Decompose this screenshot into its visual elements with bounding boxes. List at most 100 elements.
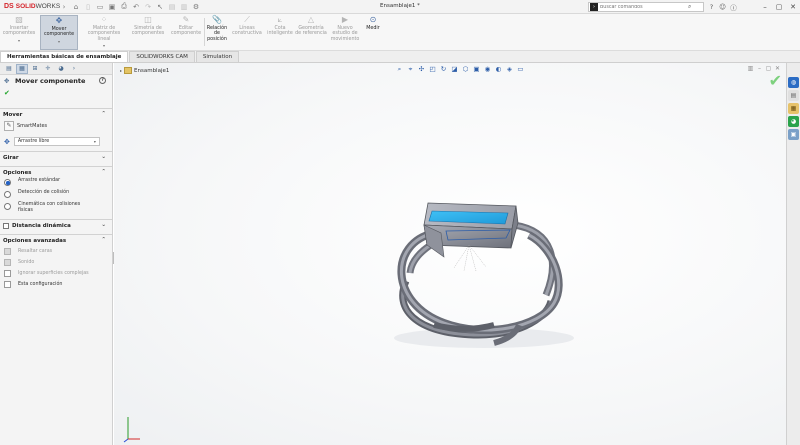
drag-mode-row: ✥ Arrastre libre ▾ — [0, 136, 112, 147]
edit-component-icon: ✎ — [182, 15, 190, 25]
restore-icon[interactable]: ▢ — [772, 0, 786, 14]
solidworks-logo[interactable]: DS SOLIDWORKS — [0, 0, 60, 14]
construction-lines-button[interactable]: ⟋ Líneas constructiva — [230, 15, 264, 50]
redo-icon[interactable]: ↷ — [142, 1, 154, 13]
quick-access-toolbar: › ⌂ ▯ ▭ ▣ ⎙ ↶ ↷ ↖ ▤ ▥ ⚙ — [58, 0, 202, 14]
design-library-icon[interactable]: ▤ — [788, 90, 799, 101]
ds-logo-text: DS — [4, 3, 14, 10]
checkbox-indicator — [4, 258, 11, 266]
help-icon[interactable]: ? — [706, 1, 717, 13]
mate-button[interactable]: 📎 Relación de posición — [204, 15, 230, 50]
mirror-components-button[interactable]: ◫ Simetría de componentes — [128, 15, 168, 50]
triad-z-axis — [123, 438, 129, 443]
assembly-model[interactable] — [114, 63, 786, 445]
graphics-viewport[interactable]: ▸ Ensamblaje1 ⌕ ⌖ ✣ ◰ ↻ ◪ ⬡ ▣ ◉ ◐ ◈ ▭ ▥ … — [114, 63, 786, 445]
command-search[interactable]: › ⌕ — [588, 2, 704, 12]
distancia-checkbox[interactable] — [3, 222, 9, 229]
smart-dimension-icon: ⟀ — [277, 15, 283, 25]
reference-geometry-button[interactable]: △ Geometría de referencia — [295, 15, 327, 50]
radio-collision-detection[interactable]: Detección de colisión — [0, 190, 112, 200]
section-mover: Mover ⌃ ✎ SmartMates ✥ Arrastre libre ▾ — [0, 108, 112, 147]
mate-line — [468, 244, 487, 268]
chevron-down-icon[interactable]: ⌄ — [101, 222, 106, 228]
insert-components-label: Insertar componentes — [2, 26, 36, 37]
new-motion-study-button[interactable]: ▶ Nuevo estudio de movimiento — [328, 15, 362, 50]
smart-dimension-label: Cota inteligente — [267, 26, 293, 37]
expand-panel-icon[interactable]: › — [68, 64, 80, 74]
check-highlight-faces[interactable]: Resaltar caras — [0, 246, 112, 256]
smart-dimension-button[interactable]: ⟀ Cota inteligente — [265, 15, 295, 50]
home-icon[interactable]: ⌂ — [70, 1, 82, 13]
chevron-up-icon[interactable]: ⌃ — [101, 237, 106, 243]
measure-button[interactable]: ⊙ Medir — [362, 15, 384, 50]
select-arrow-icon[interactable]: ↖ — [154, 1, 166, 13]
section-distancia-header[interactable]: Distancia dinámica ⌄ — [0, 220, 112, 231]
property-manager-icon[interactable]: ▦ — [16, 63, 28, 74]
this-config-label: Esta configuración — [18, 281, 63, 287]
search-input[interactable] — [600, 4, 690, 10]
checkmark-icon: ✔ — [4, 88, 10, 97]
drag-mode-select[interactable]: Arrastre libre ▾ — [13, 137, 100, 146]
section-girar-header[interactable]: Girar ⌄ — [0, 152, 112, 163]
question-icon[interactable]: ⓘ — [728, 1, 739, 13]
measure-icon: ⊙ — [369, 15, 377, 25]
chevron-down-icon[interactable]: ⌄ — [101, 154, 106, 160]
options-gear-icon[interactable]: ⚙ — [190, 1, 202, 13]
help-icon[interactable]: ? — [99, 77, 106, 84]
chevron-down-icon[interactable]: ▾ — [103, 43, 105, 48]
section-opciones-header[interactable]: Opciones ⌃ — [0, 167, 112, 178]
girar-header-text: Girar — [3, 154, 19, 161]
ok-check-button[interactable]: ✔ — [0, 87, 112, 98]
sound-label: Sonido — [18, 259, 35, 265]
minimize-icon[interactable]: – — [758, 0, 772, 14]
mate-icon: 📎 — [212, 15, 222, 25]
radio-indicator — [4, 203, 11, 210]
mirror-components-label: Simetría de componentes — [131, 26, 165, 37]
user-icon[interactable]: ☺ — [717, 1, 728, 13]
section-mover-header[interactable]: Mover ⌃ — [0, 109, 112, 120]
file-properties-icon[interactable]: ▥ — [178, 1, 190, 13]
custom-properties-icon[interactable]: ▣ — [788, 129, 799, 140]
chevron-up-icon[interactable]: ⌃ — [101, 111, 106, 117]
chevron-up-icon[interactable]: ⌃ — [101, 169, 106, 175]
display-manager-icon[interactable]: ◕ — [55, 64, 67, 74]
check-this-configuration[interactable]: Esta configuración — [0, 279, 112, 289]
solidworks-resources-icon[interactable]: ◍ — [788, 77, 799, 88]
file-explorer-icon[interactable]: ▦ — [788, 103, 799, 114]
tab-assembly-tools[interactable]: Herramientas básicas de ensamblaje — [0, 51, 129, 62]
appearances-icon[interactable]: ◕ — [788, 116, 799, 127]
insert-components-button[interactable]: ▧ Insertar componentes ▾ — [2, 15, 36, 50]
print-icon[interactable]: ⎙ — [118, 1, 130, 13]
new-document-icon[interactable]: ▯ — [82, 1, 94, 13]
expand-menu-icon[interactable]: › — [58, 1, 70, 13]
chevron-down-icon[interactable]: ▾ — [58, 39, 60, 44]
tab-solidworks-cam[interactable]: SOLIDWORKS CAM — [129, 51, 195, 62]
checkbox-indicator — [4, 247, 11, 255]
section-avanzadas-header[interactable]: Opciones avanzadas ⌃ — [0, 235, 112, 246]
move-component-button[interactable]: ✥ Mover componente ▾ — [40, 15, 78, 50]
open-file-icon[interactable]: ▭ — [94, 1, 106, 13]
configuration-manager-icon[interactable]: ⊞ — [29, 64, 41, 74]
edit-component-button[interactable]: ✎ Editar componente — [168, 15, 204, 50]
construction-lines-icon: ⟋ — [244, 15, 250, 25]
dimxpert-icon[interactable]: ✛ — [42, 64, 54, 74]
undo-icon[interactable]: ↶ — [130, 1, 142, 13]
search-icon[interactable]: ⌕ — [688, 3, 691, 11]
feature-tree-icon[interactable]: ▤ — [3, 64, 15, 74]
solidworks-window: DS SOLIDWORKS › ⌂ ▯ ▭ ▣ ⎙ ↶ ↷ ↖ ▤ ▥ ⚙ En… — [0, 0, 800, 445]
radio-physical-dynamics[interactable]: Cinemática con colisiones físicas — [0, 202, 112, 213]
linear-pattern-label: Matriz de componentes lineal — [87, 26, 121, 42]
radio-standard-drag[interactable]: Arrastre estándar — [0, 178, 112, 188]
tab-simulation[interactable]: Simulation — [195, 51, 240, 62]
check-sound[interactable]: Sonido — [0, 257, 112, 267]
reference-geometry-icon: △ — [307, 15, 315, 25]
check-ignore-complex[interactable]: Ignorar superficies complejas — [0, 268, 112, 278]
chevron-down-icon[interactable]: ▾ — [18, 38, 20, 43]
linear-pattern-button[interactable]: ⁘ Matriz de componentes lineal ▾ — [82, 15, 126, 50]
save-icon[interactable]: ▣ — [106, 1, 118, 13]
mirror-components-icon: ◫ — [144, 15, 152, 25]
rebuild-icon[interactable]: ▤ — [166, 1, 178, 13]
smartmates-button[interactable]: ✎ — [4, 120, 14, 131]
move-component-icon: ✥ — [4, 77, 10, 85]
close-icon[interactable]: ✕ — [786, 0, 800, 14]
